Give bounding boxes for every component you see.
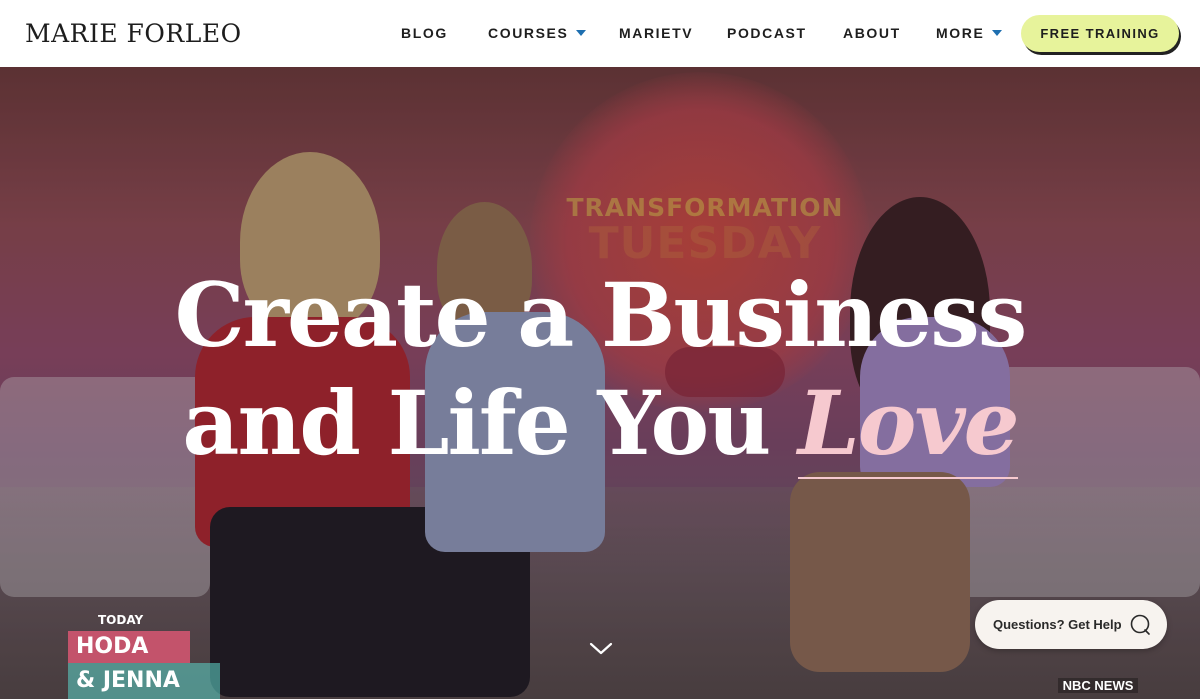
get-help-label: Questions? Get Help xyxy=(993,617,1122,632)
headline-line1: Create a Business xyxy=(174,263,1028,367)
nav-item-label: MARIETV xyxy=(619,25,694,41)
nav-item-about[interactable]: ABOUT xyxy=(843,25,901,41)
main-navigation: BLOG COURSES MARIETV PODCAST ABOUT MORE xyxy=(0,0,1200,67)
nav-item-podcast[interactable]: PODCAST xyxy=(727,25,807,41)
nav-item-more[interactable]: MORE xyxy=(936,25,1003,41)
network-badge-text: NBC NEWS xyxy=(1058,678,1138,693)
nav-item-marietv[interactable]: MARIETV xyxy=(619,25,693,41)
site-header: MARIE FORLEO BLOG COURSES MARIETV PODCAS… xyxy=(0,0,1200,67)
today-show-badge: TODAY HODA & JENNA xyxy=(68,613,220,699)
chat-bubble-icon xyxy=(1129,614,1151,639)
chevron-down-icon xyxy=(576,30,587,36)
nav-item-blog[interactable]: BLOG xyxy=(401,25,448,41)
free-training-button[interactable]: FREE TRAINING xyxy=(1021,15,1179,52)
nav-item-courses[interactable]: COURSES xyxy=(488,25,587,41)
hero-section: TRANSFORMATION TUESDAY TODAY HODA & JENN… xyxy=(0,67,1200,699)
badge-bottom-text: & JENNA xyxy=(68,663,220,699)
badge-top-text: TODAY xyxy=(98,613,144,627)
nav-item-label: MORE xyxy=(936,25,985,41)
hero-headline: Create a Business and Life You Love xyxy=(0,261,1200,479)
nav-item-label: BLOG xyxy=(401,25,448,41)
headline-line2-main: and Life You xyxy=(182,371,771,475)
chevron-down-icon xyxy=(992,30,1003,36)
nav-item-label: PODCAST xyxy=(727,25,807,41)
get-help-button[interactable]: Questions? Get Help xyxy=(975,600,1167,649)
nbc-news-badge: NBC NEWS xyxy=(1058,649,1138,699)
chevron-down-icon[interactable] xyxy=(588,638,614,658)
badge-middle-text: HODA xyxy=(68,631,190,663)
nav-item-label: COURSES xyxy=(488,25,569,41)
headline-accent-word: Love xyxy=(797,371,1020,479)
headline-line2: and Life You Love xyxy=(0,369,1200,479)
nav-item-label: ABOUT xyxy=(843,25,901,41)
